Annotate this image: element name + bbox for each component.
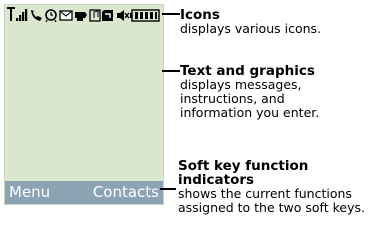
softkey-callout-title: Soft key function indicators — [178, 158, 309, 188]
text-graphics-callout-title: Text and graphics — [180, 63, 315, 79]
softkey-bar: Menu Contacts — [5, 181, 163, 204]
battery-icon — [130, 9, 160, 22]
message-icon — [59, 10, 73, 21]
alarm-icon — [45, 9, 57, 23]
browser-icon — [75, 12, 87, 21]
softkey-contacts[interactable]: Contacts — [93, 183, 159, 202]
text-graphics-pointer-line — [162, 70, 180, 72]
signal-strength-icon — [7, 7, 28, 21]
softkey-callout: Soft key function indicators shows the c… — [178, 159, 374, 215]
icons-callout-title: Icons — [180, 7, 220, 23]
icons-callout: Icons displays various icons. — [180, 8, 370, 36]
memory-card-icon — [102, 10, 113, 21]
phone-display: Menu Contacts — [4, 4, 164, 205]
softkey-menu[interactable]: Menu — [9, 183, 50, 202]
text-graphics-callout-description: displays messages, instructions, and inf… — [180, 77, 320, 120]
softkey-callout-description: shows the current functions assigned to … — [178, 186, 365, 215]
status-bar — [5, 6, 163, 24]
music-icon — [89, 9, 101, 22]
text-graphics-callout: Text and graphics displays messages, ins… — [180, 64, 374, 120]
icons-pointer-line — [162, 13, 180, 15]
call-icon — [31, 10, 42, 21]
silent-icon — [117, 10, 130, 21]
icons-callout-description: displays various icons. — [180, 21, 321, 36]
softkey-pointer-line — [160, 188, 176, 190]
